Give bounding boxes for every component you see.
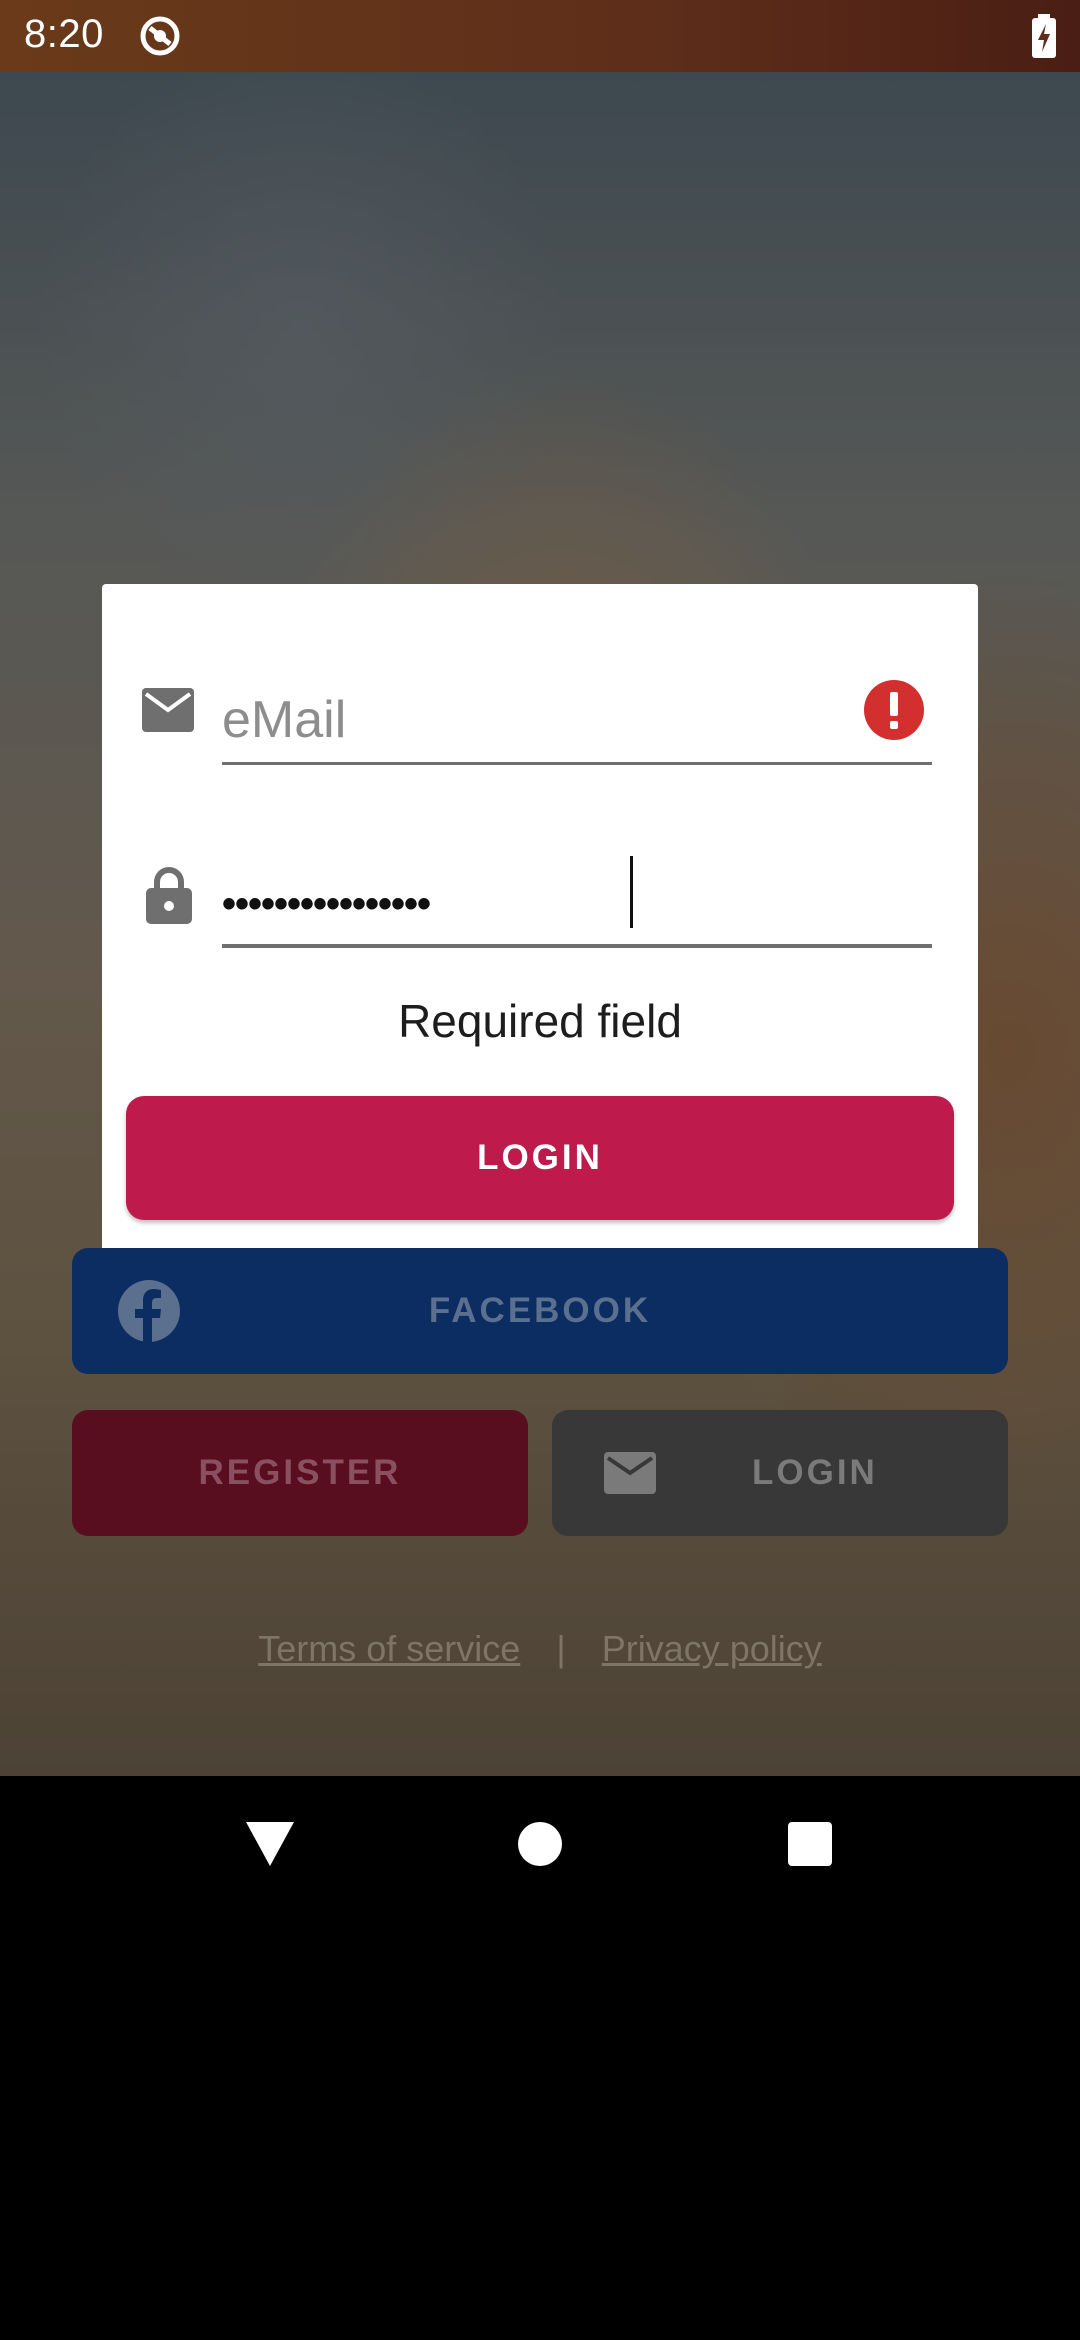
privacy-policy-link[interactable]: Privacy policy <box>602 1628 822 1669</box>
lock-icon <box>146 867 192 924</box>
register-button[interactable]: REGISTER <box>72 1410 528 1536</box>
text-cursor <box>630 856 633 928</box>
link-separator: | <box>556 1628 566 1669</box>
status-bar: 8:20 <box>0 0 1080 72</box>
recent-apps-icon[interactable] <box>788 1822 832 1866</box>
email-icon <box>604 1452 656 1494</box>
home-icon[interactable] <box>518 1822 562 1866</box>
footer-links: Terms of service | Privacy policy <box>0 1628 1080 1670</box>
facebook-login-button[interactable]: FACEBOOK <box>72 1248 1008 1374</box>
email-login-button[interactable]: LOGIN <box>552 1410 1008 1536</box>
password-value: •••••••••••••••• <box>222 882 431 926</box>
email-field[interactable]: eMail <box>222 674 932 765</box>
battery-charging-icon <box>1032 14 1056 58</box>
facebook-icon <box>118 1280 180 1342</box>
error-message: Required field <box>398 995 682 1047</box>
app-notification-icon <box>140 16 180 56</box>
navigation-bar <box>0 1776 1080 1926</box>
password-field[interactable]: •••••••••••••••• <box>222 856 932 948</box>
email-placeholder: eMail <box>222 691 347 749</box>
login-button[interactable]: LOGIN <box>126 1096 954 1220</box>
error-icon <box>864 680 924 740</box>
terms-of-service-link[interactable]: Terms of service <box>258 1628 520 1669</box>
facebook-label: FACEBOOK <box>428 1291 652 1330</box>
status-time: 8:20 <box>24 12 104 56</box>
login-dialog: eMail •••••••••••••••• Required field LO… <box>102 584 978 1262</box>
back-icon[interactable] <box>244 1820 296 1868</box>
email-icon <box>142 688 194 732</box>
email-login-label: LOGIN <box>752 1453 878 1492</box>
